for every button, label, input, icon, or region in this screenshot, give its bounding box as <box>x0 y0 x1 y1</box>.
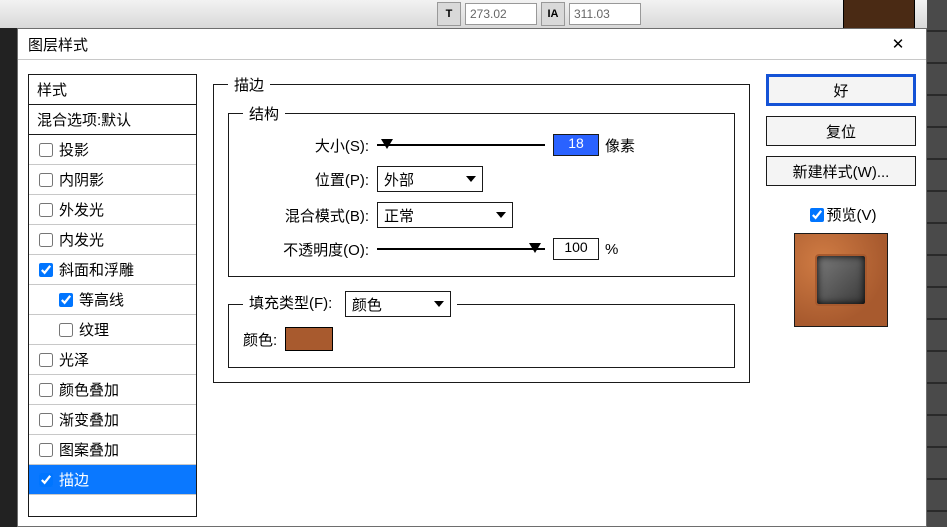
position-combo[interactable]: 外部 <box>377 166 483 192</box>
bg-field-2[interactable]: 311.03 <box>569 3 641 25</box>
text-leading-icon: IA <box>541 2 565 26</box>
size-field[interactable]: 18 <box>553 134 599 156</box>
new-style-button[interactable]: 新建样式(W)... <box>766 156 916 186</box>
style-checkbox-10[interactable] <box>39 443 53 457</box>
style-row-2[interactable]: 外发光 <box>29 195 196 225</box>
style-row-7[interactable]: 光泽 <box>29 345 196 375</box>
bg-panel-stack <box>927 0 947 527</box>
color-row: 颜色: <box>243 327 720 351</box>
size-row: 大小(S): 18 像素 <box>243 134 720 156</box>
dialog-title: 图层样式 <box>28 34 88 55</box>
style-row-1[interactable]: 内阴影 <box>29 165 196 195</box>
opacity-slider-thumb[interactable] <box>529 243 541 253</box>
style-label-7: 光泽 <box>59 349 89 370</box>
style-checkbox-8[interactable] <box>39 383 53 397</box>
bg-field-1[interactable]: 273.02 <box>465 3 537 25</box>
preview-thumbnail <box>794 233 888 327</box>
style-label-2: 外发光 <box>59 199 104 220</box>
blend-mode-label: 混合模式(B): <box>243 205 369 226</box>
text-height-icon: T <box>437 2 461 26</box>
size-unit: 像素 <box>605 135 635 156</box>
opacity-slider[interactable] <box>377 241 545 257</box>
style-checkbox-4[interactable] <box>39 263 53 277</box>
ok-button[interactable]: 好 <box>766 74 916 106</box>
opacity-row: 不透明度(O): 100 % <box>243 238 720 260</box>
style-checkbox-3[interactable] <box>39 233 53 247</box>
blend-mode-row: 混合模式(B): 正常 <box>243 202 720 228</box>
style-row-11[interactable]: 描边 <box>29 465 196 495</box>
style-label-11: 描边 <box>59 469 89 490</box>
opacity-field[interactable]: 100 <box>553 238 599 260</box>
style-row-8[interactable]: 颜色叠加 <box>29 375 196 405</box>
style-row-5[interactable]: 等高线 <box>29 285 196 315</box>
style-row-3[interactable]: 内发光 <box>29 225 196 255</box>
style-checkbox-1[interactable] <box>39 173 53 187</box>
size-slider[interactable] <box>377 137 545 153</box>
dialog-body: 样式 混合选项:默认 投影内阴影外发光内发光斜面和浮雕等高线纹理光泽颜色叠加渐变… <box>18 60 926 527</box>
style-label-0: 投影 <box>59 139 89 160</box>
size-label: 大小(S): <box>243 135 369 156</box>
style-label-8: 颜色叠加 <box>59 379 119 400</box>
style-checkbox-5[interactable] <box>59 293 73 307</box>
style-checkbox-0[interactable] <box>39 143 53 157</box>
close-button[interactable]: ✕ <box>880 32 916 56</box>
opacity-label: 不透明度(O): <box>243 239 369 260</box>
style-checkbox-11[interactable] <box>39 473 53 487</box>
position-row: 位置(P): 外部 <box>243 166 720 192</box>
color-label: 颜色: <box>243 329 277 350</box>
reset-button[interactable]: 复位 <box>766 116 916 146</box>
position-label: 位置(P): <box>243 169 369 190</box>
styles-list-box: 样式 混合选项:默认 投影内阴影外发光内发光斜面和浮雕等高线纹理光泽颜色叠加渐变… <box>28 74 197 517</box>
fill-type-legend: 填充类型(F): 颜色 <box>243 291 457 317</box>
style-label-1: 内阴影 <box>59 169 104 190</box>
style-row-0[interactable]: 投影 <box>29 135 196 165</box>
layer-style-dialog: 图层样式 ✕ 样式 混合选项:默认 投影内阴影外发光内发光斜面和浮雕等高线纹理光… <box>17 28 927 527</box>
blend-mode-value: 正常 <box>384 205 414 226</box>
style-row-6[interactable]: 纹理 <box>29 315 196 345</box>
size-slider-track <box>377 144 545 146</box>
opacity-slider-track <box>377 248 545 250</box>
preview-label: 预览(V) <box>827 204 877 225</box>
color-swatch[interactable] <box>285 327 333 351</box>
style-label-3: 内发光 <box>59 229 104 250</box>
blending-options-row[interactable]: 混合选项:默认 <box>29 105 196 135</box>
style-label-5: 等高线 <box>79 289 124 310</box>
styles-list: 投影内阴影外发光内发光斜面和浮雕等高线纹理光泽颜色叠加渐变叠加图案叠加描边 <box>29 135 196 516</box>
style-checkbox-9[interactable] <box>39 413 53 427</box>
style-label-10: 图案叠加 <box>59 439 119 460</box>
bg-toolbar-fields: T 273.02 IA 311.03 <box>437 0 641 28</box>
structure-fieldset: 结构 大小(S): 18 像素 位置(P): 外部 <box>228 103 735 277</box>
structure-legend: 结构 <box>243 103 285 124</box>
fill-fieldset: 填充类型(F): 颜色 颜色: <box>228 291 735 368</box>
style-label-6: 纹理 <box>79 319 109 340</box>
style-checkbox-2[interactable] <box>39 203 53 217</box>
preview-checkbox[interactable]: 预览(V) <box>766 204 916 225</box>
position-value: 外部 <box>384 169 414 190</box>
style-label-4: 斜面和浮雕 <box>59 259 134 280</box>
styles-header[interactable]: 样式 <box>29 75 196 105</box>
dialog-buttons: 好 复位 新建样式(W)... 预览(V) <box>766 74 916 517</box>
style-checkbox-6[interactable] <box>59 323 73 337</box>
fill-type-value: 颜色 <box>352 294 382 315</box>
preview-checkbox-input[interactable] <box>810 208 824 222</box>
opacity-unit: % <box>605 241 618 258</box>
style-row-4[interactable]: 斜面和浮雕 <box>29 255 196 285</box>
fill-type-label: 填充类型(F): <box>249 295 332 312</box>
size-slider-thumb[interactable] <box>381 139 393 149</box>
style-checkbox-7[interactable] <box>39 353 53 367</box>
preview-thumbnail-inner <box>815 254 867 306</box>
stroke-legend: 描边 <box>228 74 270 95</box>
blend-mode-combo[interactable]: 正常 <box>377 202 513 228</box>
bg-document-thumb <box>843 0 915 30</box>
style-label-9: 渐变叠加 <box>59 409 119 430</box>
stroke-settings: 描边 结构 大小(S): 18 像素 位置(P): <box>213 74 750 517</box>
style-row-9[interactable]: 渐变叠加 <box>29 405 196 435</box>
style-row-10[interactable]: 图案叠加 <box>29 435 196 465</box>
fill-type-combo[interactable]: 颜色 <box>345 291 451 317</box>
stroke-fieldset: 描边 结构 大小(S): 18 像素 位置(P): <box>213 74 750 383</box>
dialog-titlebar: 图层样式 ✕ <box>18 29 926 60</box>
